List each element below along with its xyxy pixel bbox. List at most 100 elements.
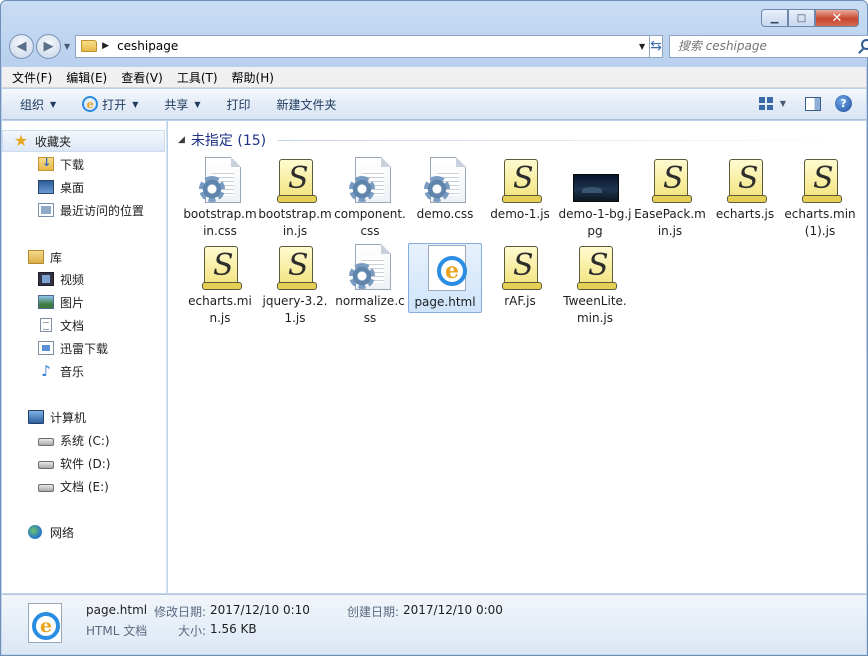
organize-button[interactable]: 组织 ▼ xyxy=(20,96,56,113)
nav-favorites[interactable]: ★ 收藏夹 xyxy=(2,130,165,152)
preview-pane-icon[interactable] xyxy=(805,96,821,111)
open-button[interactable]: e 打开 ▼ xyxy=(82,96,138,113)
nav-libraries[interactable]: 库 xyxy=(2,246,165,268)
caption-buttons: ▁ □ ✕ xyxy=(761,9,859,27)
back-arrow-icon: ◀ xyxy=(16,38,27,54)
group-divider xyxy=(278,140,856,141)
file-name: echarts.min.js xyxy=(188,294,252,325)
details-size-value: 1.56 KB xyxy=(210,622,257,636)
file-item[interactable]: jquery-3.2.1.js xyxy=(258,243,332,325)
file-name: demo-1.js xyxy=(490,207,550,221)
nav-downloads[interactable]: 下载 xyxy=(2,153,165,175)
file-item[interactable]: bootstrap.min.css xyxy=(183,156,257,238)
nav-label: 文档 xyxy=(60,318,85,333)
menu-file[interactable]: 文件(F) xyxy=(12,69,52,86)
file-item[interactable]: EasePack.min.js xyxy=(633,156,707,238)
css-file-icon xyxy=(347,243,393,291)
breadcrumb-current[interactable]: ceshipage xyxy=(117,39,178,53)
print-button[interactable]: 打印 xyxy=(227,96,251,113)
file-name: echarts.js xyxy=(715,207,775,221)
nav-drive-c[interactable]: 系统 (C:) xyxy=(2,429,165,451)
address-dropdown-icon[interactable]: ▼ xyxy=(639,42,645,51)
ie-icon: e xyxy=(82,96,99,112)
nav-documents[interactable]: 文档 xyxy=(2,314,165,336)
new-folder-button[interactable]: 新建文件夹 xyxy=(277,96,337,113)
group-header[interactable]: ◢ 未指定 (15) xyxy=(178,130,266,150)
file-name: rAF.js xyxy=(504,294,536,308)
nav-recent-places[interactable]: 最近访问的位置 xyxy=(2,199,165,221)
collapse-group-icon[interactable]: ◢ xyxy=(178,135,185,145)
nav-pictures[interactable]: 图片 xyxy=(2,291,165,313)
css-file-icon xyxy=(197,156,243,204)
file-item[interactable]: echarts.js xyxy=(708,156,782,226)
file-item[interactable]: echarts.min.js xyxy=(183,243,257,325)
details-filetype: HTML 文档 xyxy=(86,624,148,638)
menu-edit[interactable]: 编辑(E) xyxy=(66,69,107,86)
music-note-icon: ♪ xyxy=(41,362,51,380)
file-item[interactable]: e page.html xyxy=(408,243,482,313)
document-library-icon xyxy=(40,318,52,332)
forward-button[interactable]: ▶ xyxy=(36,33,61,59)
details-pane: e page.html HTML 文档 修改日期: 2017/12/10 0:1… xyxy=(2,594,866,654)
js-script-icon xyxy=(497,243,543,291)
group-title: 未指定 (15) xyxy=(190,133,267,149)
file-item[interactable]: TweenLite.min.js xyxy=(558,243,632,325)
nav-drive-e[interactable]: 文档 (E:) xyxy=(2,475,165,497)
downloads-folder-icon xyxy=(38,156,54,171)
js-script-icon xyxy=(647,156,693,204)
file-item[interactable]: component.css xyxy=(333,156,407,238)
hard-drive-icon xyxy=(38,437,54,446)
nav-music[interactable]: ♪ 音乐 xyxy=(2,360,165,382)
explorer-window: ▁ □ ✕ ◀ ▶ ▼ ▶ ceshipage ▼ ⇆ 文件(F) 编辑(E) … xyxy=(0,0,868,656)
breadcrumb-arrow-icon[interactable]: ▶ xyxy=(102,41,109,51)
help-icon[interactable]: ? xyxy=(835,95,852,112)
change-view-icon[interactable] xyxy=(758,97,773,110)
nav-label: 网络 xyxy=(50,525,75,540)
file-item[interactable]: echarts.min (1).js xyxy=(783,156,857,238)
nav-computer[interactable]: 计算机 xyxy=(2,406,165,428)
maximize-button[interactable]: □ xyxy=(788,9,815,27)
nav-network[interactable]: 网络 xyxy=(2,521,165,543)
desktop-icon xyxy=(38,180,54,194)
file-item[interactable]: normalize.css xyxy=(333,243,407,325)
nav-videos[interactable]: 视频 xyxy=(2,268,165,290)
menu-tools[interactable]: 工具(T) xyxy=(177,69,218,86)
view-options-dropdown[interactable]: ▼ xyxy=(780,99,786,108)
nav-drive-d[interactable]: 软件 (D:) xyxy=(2,452,165,474)
file-item[interactable]: demo-1-bg.jpg xyxy=(558,156,632,238)
share-button[interactable]: 共享 ▼ xyxy=(164,96,200,113)
hard-drive-icon xyxy=(38,483,54,492)
js-script-icon xyxy=(272,156,318,204)
file-item[interactable]: rAF.js xyxy=(483,243,557,313)
recent-pages-dropdown[interactable]: ▼ xyxy=(64,42,70,51)
thunder-download-icon xyxy=(38,341,54,355)
nav-desktop[interactable]: 桌面 xyxy=(2,176,165,198)
folder-icon xyxy=(81,40,98,52)
menu-help[interactable]: 帮助(H) xyxy=(232,69,274,86)
address-bar[interactable]: ▶ ceshipage ▼ xyxy=(75,34,651,58)
details-created-label: 创建日期: xyxy=(347,605,400,619)
image-thumbnail-icon xyxy=(572,156,619,204)
search-box[interactable] xyxy=(668,34,868,58)
back-button[interactable]: ◀ xyxy=(9,33,34,59)
file-name: EasePack.min.js xyxy=(634,207,706,238)
nav-label: 系统 (C:) xyxy=(60,433,110,448)
file-name: page.html xyxy=(414,295,476,309)
close-button[interactable]: ✕ xyxy=(815,9,859,27)
nav-thunder-downloads[interactable]: 迅雷下载 xyxy=(2,337,165,359)
library-icon xyxy=(28,250,44,264)
refresh-button[interactable]: ⇆ xyxy=(650,34,663,58)
minimize-button[interactable]: ▁ xyxy=(761,9,788,27)
file-name: component.css xyxy=(334,207,406,238)
menu-view[interactable]: 查看(V) xyxy=(121,69,163,86)
file-item[interactable]: demo-1.js xyxy=(483,156,557,226)
computer-icon xyxy=(28,410,44,424)
search-input[interactable] xyxy=(677,39,868,53)
hard-drive-icon xyxy=(38,460,54,469)
video-library-icon xyxy=(38,272,54,286)
nav-label: 库 xyxy=(50,250,63,265)
open-label: 打开 xyxy=(102,97,127,112)
file-item[interactable]: bootstrap.min.js xyxy=(258,156,332,238)
file-item[interactable]: demo.css xyxy=(408,156,482,226)
search-icon[interactable] xyxy=(860,38,868,50)
